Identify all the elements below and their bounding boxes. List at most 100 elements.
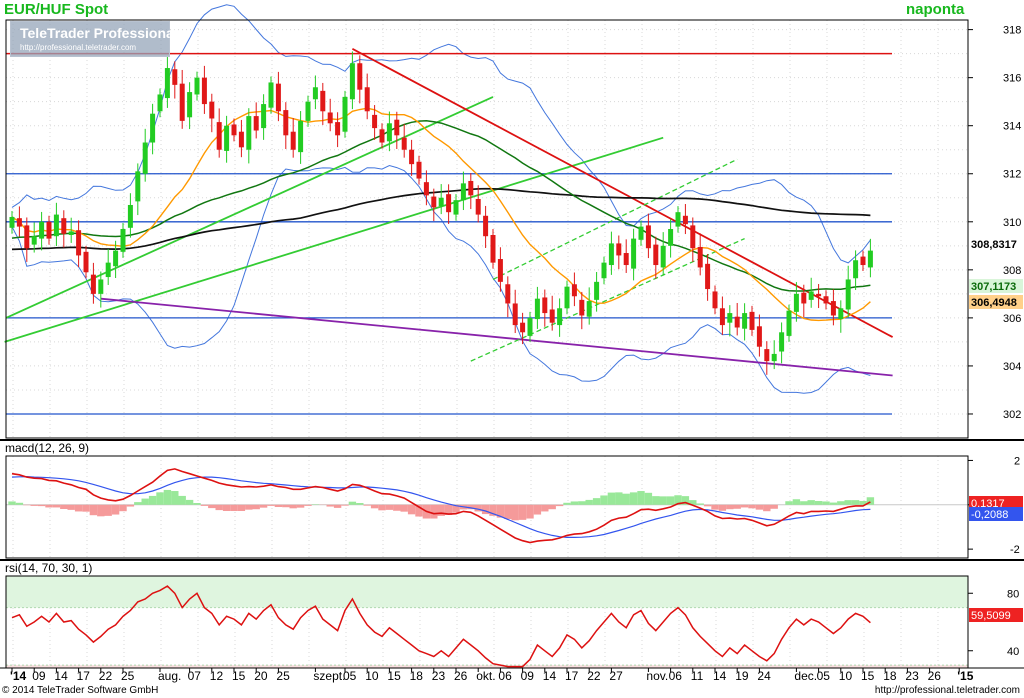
candle-body — [268, 82, 274, 108]
time-tick-label: 11 — [691, 669, 704, 683]
candle-body — [786, 310, 792, 336]
time-tick-label: dec. — [794, 669, 817, 683]
time-tick-label: 12 — [210, 669, 224, 683]
logo-text: TeleTrader Professional — [20, 25, 178, 41]
candle-body — [120, 229, 126, 252]
macd-histogram-bar — [666, 496, 675, 505]
candle-body — [756, 326, 762, 347]
candle-body — [771, 353, 777, 362]
candle-body — [423, 182, 429, 196]
candle-body — [401, 137, 407, 150]
macd-histogram-bar — [370, 504, 379, 509]
macd-histogram-bar — [703, 504, 712, 507]
candle-body — [39, 221, 45, 239]
candle-body — [853, 260, 859, 279]
rsi-label: rsi(14, 70, 30, 1) — [5, 561, 93, 575]
macd-histogram-bar — [696, 503, 704, 505]
macd-label: macd(12, 26, 9) — [5, 441, 90, 455]
candle-body — [808, 291, 814, 300]
macd-histogram-bar — [289, 504, 297, 509]
candle-body — [645, 225, 651, 249]
candle-body — [305, 101, 311, 121]
candle-body — [342, 96, 348, 132]
time-tick-label: 18 — [410, 669, 424, 683]
time-tick-label: 15 — [387, 669, 401, 683]
macd-histogram-bar — [407, 504, 416, 515]
candle-body — [209, 101, 215, 119]
candle-body — [320, 90, 326, 112]
candle-body — [460, 183, 466, 201]
candle-body — [61, 218, 67, 234]
candle-body — [483, 215, 489, 237]
candle-body — [534, 298, 540, 320]
time-tick-label: 15 — [861, 669, 875, 683]
candle-body — [712, 291, 718, 309]
macd-histogram-bar — [119, 504, 127, 512]
macd-histogram-bar — [629, 492, 638, 505]
candle-body — [394, 119, 400, 136]
macd-histogram-bar — [518, 504, 527, 520]
candle-body — [312, 87, 318, 100]
macd-histogram-bar — [185, 499, 194, 505]
candle-body — [238, 131, 244, 148]
time-tick-label: '14 — [10, 669, 27, 683]
macd-histogram-bar — [156, 492, 164, 505]
badge-rsi: 59,5099 — [971, 610, 1011, 622]
macd-histogram-bar — [274, 504, 283, 507]
candle-body — [571, 284, 577, 297]
time-tick-label: 22 — [99, 669, 113, 683]
macd-histogram-bar — [67, 504, 75, 510]
candle-body — [505, 284, 511, 304]
macd-histogram-bar — [134, 502, 142, 505]
time-tick-label: okt. — [476, 669, 495, 683]
candle-body — [416, 161, 422, 179]
macd-histogram-bar — [837, 501, 845, 505]
macd-histogram-bar — [844, 500, 852, 505]
macd-histogram-bar — [89, 504, 98, 516]
macd-histogram-bar — [178, 495, 186, 505]
candle-body — [690, 225, 696, 249]
candle-body — [475, 198, 481, 215]
macd-histogram-bar — [511, 504, 519, 521]
macd-histogram-bar — [740, 504, 749, 508]
candle-body — [490, 235, 496, 263]
candle-body — [83, 251, 89, 273]
macd-histogram-bar — [356, 503, 364, 505]
macd-histogram-bar — [533, 504, 542, 515]
rsi-overbought-band — [6, 576, 968, 608]
macd-histogram-bar — [822, 501, 830, 505]
candle-body — [157, 94, 163, 112]
time-tick-label: '15 — [957, 669, 974, 683]
macd-histogram-bar — [785, 501, 793, 505]
candle-body — [372, 114, 378, 129]
macd-histogram-bar — [718, 504, 727, 511]
teletrader-logo: TeleTrader Professional http://professio… — [10, 21, 178, 57]
candle-body — [823, 296, 829, 304]
macd-histogram-bar — [296, 504, 305, 508]
candle-body — [749, 311, 755, 330]
time-tick-label: 26 — [928, 669, 942, 683]
macd-histogram-bar — [615, 492, 623, 505]
rsi-tick-label: 40 — [1007, 646, 1019, 658]
candle-body — [631, 238, 637, 269]
candle-body — [542, 297, 548, 314]
macd-histogram-bar — [267, 504, 275, 506]
badge-slow-ma: 308,8317 — [971, 239, 1017, 251]
macd-histogram-bar — [200, 504, 209, 506]
macd-histogram-bar — [807, 500, 815, 505]
candle-body — [793, 293, 799, 312]
candle-body — [9, 216, 15, 228]
candle-body — [527, 317, 533, 336]
candle-body — [194, 77, 200, 95]
candle-body — [379, 129, 385, 143]
macd-histogram-bar — [126, 504, 135, 507]
time-tick-label: 18 — [883, 669, 897, 683]
time-tick-label: aug. — [158, 669, 181, 683]
badge-signal: -0,2088 — [971, 509, 1008, 521]
macd-histogram-bar — [541, 504, 549, 512]
price-tick-label: 302 — [1003, 409, 1021, 421]
macd-histogram-bar — [15, 502, 24, 505]
macd-histogram-bar — [245, 504, 253, 510]
badge-mid-ma: 307,1173 — [971, 281, 1016, 293]
chart-title: EUR/HUF Spot — [4, 1, 109, 18]
